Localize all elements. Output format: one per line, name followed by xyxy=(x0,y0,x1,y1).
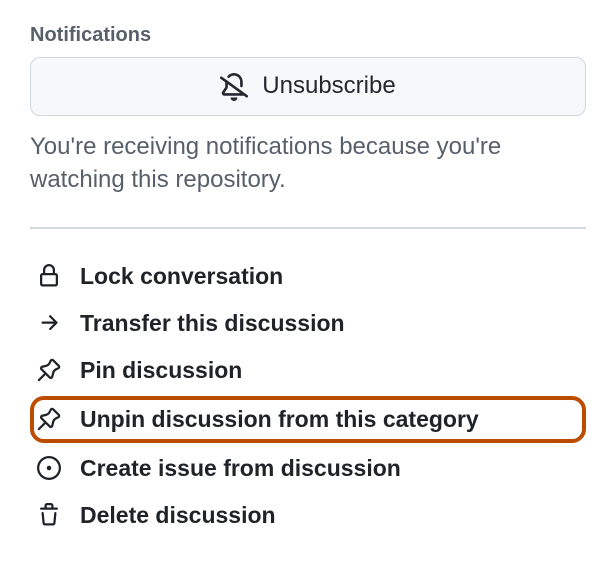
actions-list: Lock conversation Transfer this discussi… xyxy=(30,253,586,539)
unsubscribe-label: Unsubscribe xyxy=(262,72,395,100)
delete-discussion-action[interactable]: Delete discussion xyxy=(30,492,586,539)
pin-discussion-action[interactable]: Pin discussion xyxy=(30,347,586,394)
create-issue-action[interactable]: Create issue from discussion xyxy=(30,445,586,492)
bell-slash-icon xyxy=(220,72,248,101)
lock-conversation-action[interactable]: Lock conversation xyxy=(30,253,586,300)
action-label: Pin discussion xyxy=(80,357,242,384)
notifications-heading: Notifications xyxy=(30,24,586,47)
action-label: Transfer this discussion xyxy=(80,310,345,337)
pin-icon xyxy=(34,407,64,431)
arrow-right-icon xyxy=(34,311,64,335)
unsubscribe-button[interactable]: Unsubscribe xyxy=(30,57,586,116)
trash-icon xyxy=(34,503,64,527)
issue-open-icon xyxy=(34,456,64,480)
unpin-from-category-action[interactable]: Unpin discussion from this category xyxy=(30,396,586,443)
action-label: Create issue from discussion xyxy=(80,455,401,482)
separator xyxy=(30,227,586,229)
action-label: Lock conversation xyxy=(80,263,283,290)
action-label: Unpin discussion from this category xyxy=(80,406,479,433)
transfer-discussion-action[interactable]: Transfer this discussion xyxy=(30,300,586,347)
notifications-helper-text: You're receiving notifications because y… xyxy=(30,130,586,197)
pin-icon xyxy=(34,358,64,382)
lock-icon xyxy=(34,264,64,288)
action-label: Delete discussion xyxy=(80,502,276,529)
